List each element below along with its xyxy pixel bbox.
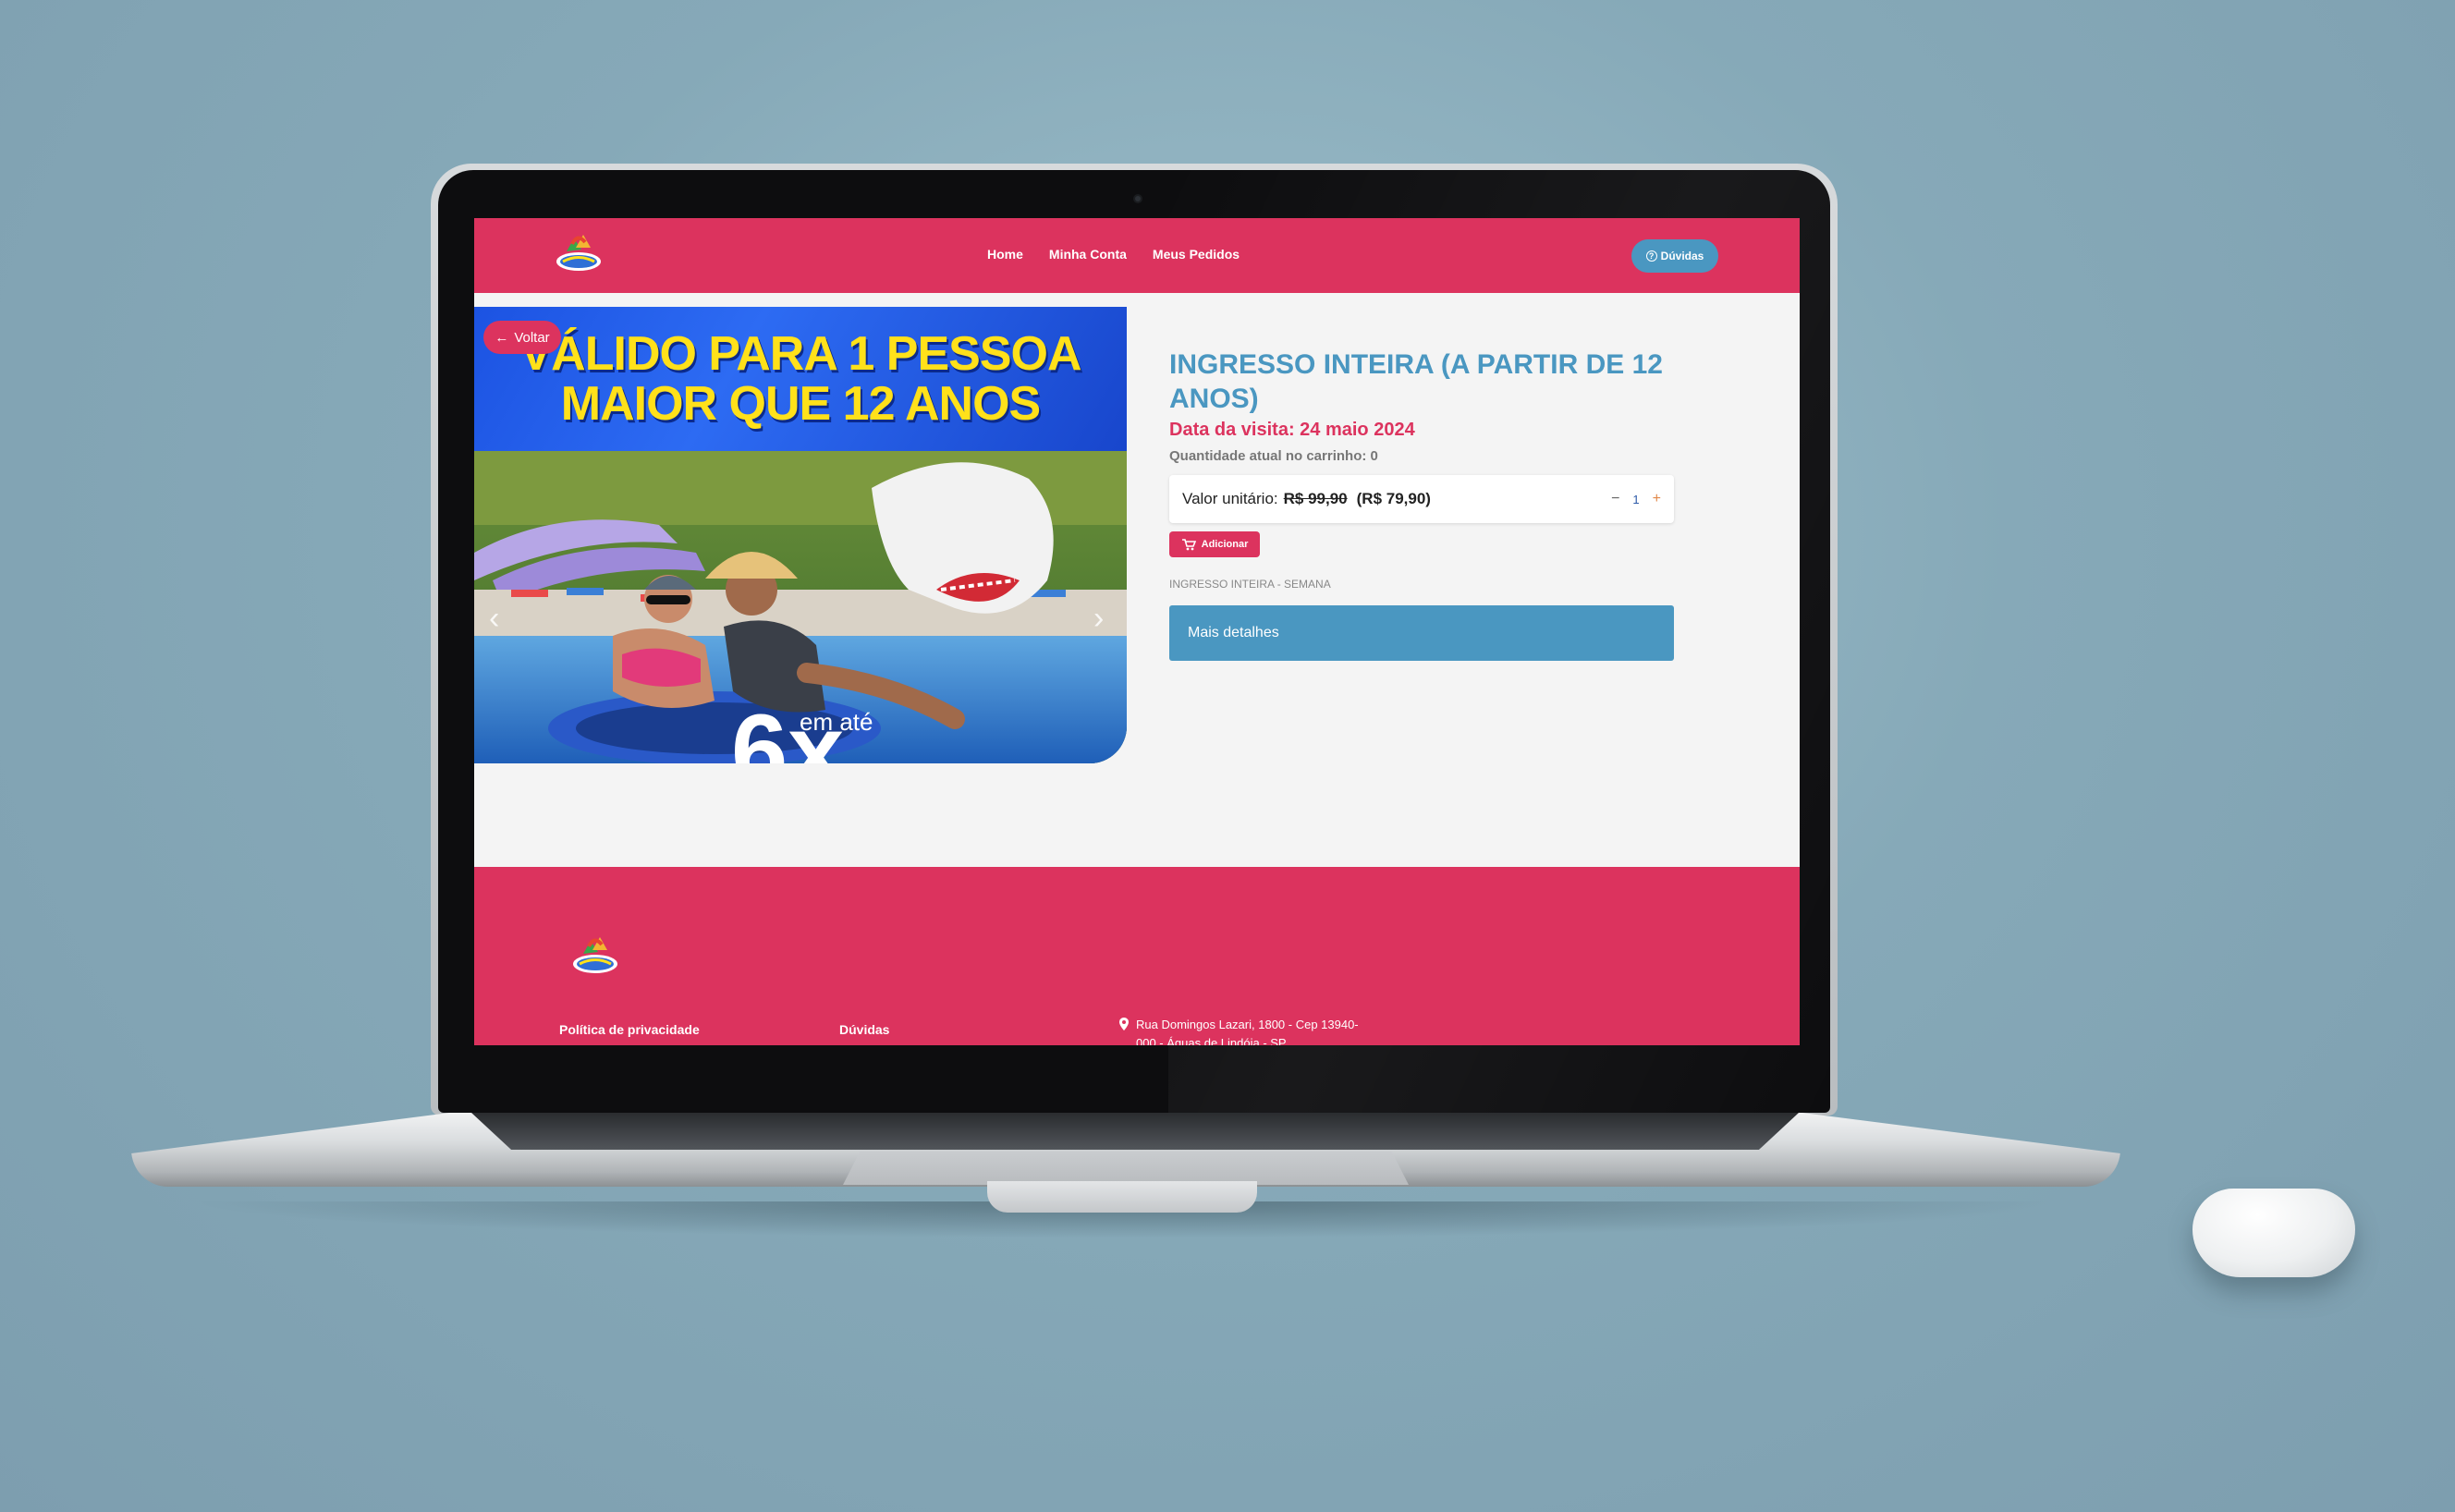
- site-header: Home Minha Conta Meus Pedidos ? Dúvidas: [474, 218, 1800, 293]
- back-button[interactable]: ← Voltar: [483, 321, 561, 354]
- product-title: INGRESSO INTEIRA (A PARTIR DE 12 ANOS): [1169, 349, 1663, 414]
- add-label: Adicionar: [1201, 539, 1249, 550]
- address-text: Rua Domingos Lazari, 1800 - Cep 13940-00…: [1136, 1018, 1359, 1045]
- question-icon: ?: [1645, 250, 1657, 262]
- arrow-left-icon: ←: [495, 329, 509, 346]
- banner-headline: VÁLIDO PARA 1 PESSOA MAIOR QUE 12 ANOS: [474, 307, 1127, 451]
- main-nav: Home Minha Conta Meus Pedidos: [987, 247, 1240, 262]
- product-panel: INGRESSO INTEIRA (A PARTIR DE 12 ANOS) D…: [1169, 348, 1674, 661]
- ticket-type: INGRESSO INTEIRA - SEMANA: [1169, 578, 1331, 591]
- mouse-device: [2192, 1189, 2355, 1277]
- screen: Home Minha Conta Meus Pedidos ? Dúvidas …: [474, 218, 1800, 1045]
- laptop-notch: [987, 1181, 1257, 1213]
- map-pin-icon: [1119, 1018, 1129, 1030]
- back-label: Voltar: [514, 329, 550, 346]
- trackpad: [843, 1152, 1409, 1185]
- nav-minha-conta[interactable]: Minha Conta: [1049, 247, 1127, 262]
- unit-price-label: Valor unitário:: [1182, 490, 1278, 507]
- nav-meus-pedidos[interactable]: Meus Pedidos: [1153, 247, 1240, 262]
- new-price: (R$ 79,90): [1356, 490, 1431, 507]
- nav-home[interactable]: Home: [987, 247, 1023, 262]
- cart-icon: [1181, 538, 1196, 551]
- installment-badge: 6x em até: [731, 701, 916, 764]
- address: Rua Domingos Lazari, 1800 - Cep 13940-00…: [1119, 1016, 1378, 1045]
- keyboard-area: [471, 1113, 1799, 1150]
- price-row: Valor unitário: R$ 99,90 (R$ 79,90) − 1 …: [1169, 475, 1674, 523]
- help-label: Dúvidas: [1660, 250, 1704, 262]
- cart-quantity: Quantidade atual no carrinho: 0: [1169, 448, 1378, 464]
- webcam-icon: [1133, 194, 1142, 203]
- quantity-value[interactable]: 1: [1632, 493, 1639, 506]
- faq-link[interactable]: Dúvidas: [839, 1022, 889, 1037]
- old-price: R$ 99,90: [1283, 490, 1348, 507]
- chevron-left-icon[interactable]: ‹: [489, 601, 499, 637]
- privacy-policy-link[interactable]: Política de privacidade: [559, 1022, 700, 1037]
- site-footer: Política de privacidade Dúvidas Rua Domi…: [474, 867, 1800, 1045]
- logo-icon[interactable]: [554, 231, 604, 275]
- details-label: Mais detalhes: [1188, 625, 1279, 640]
- more-details-button[interactable]: Mais detalhes: [1169, 605, 1674, 661]
- quantity-stepper: − 1 +: [1611, 491, 1661, 507]
- add-to-cart-button[interactable]: Adicionar: [1169, 531, 1260, 557]
- chevron-right-icon[interactable]: ›: [1093, 601, 1104, 637]
- installment-text: em até: [800, 708, 873, 736]
- banner-line-1: VÁLIDO PARA 1 PESSOA: [519, 327, 1082, 381]
- visit-date: Data da visita: 24 maio 2024: [1169, 420, 1415, 440]
- decrement-button[interactable]: −: [1611, 491, 1619, 507]
- increment-button[interactable]: +: [1653, 491, 1661, 507]
- product-banner: VÁLIDO PARA 1 PESSOA MAIOR QUE 12 ANOS 6…: [474, 307, 1127, 763]
- banner-line-2: MAIOR QUE 12 ANOS: [560, 377, 1042, 431]
- footer-logo-icon[interactable]: [570, 933, 620, 978]
- help-button[interactable]: ? Dúvidas: [1631, 239, 1718, 273]
